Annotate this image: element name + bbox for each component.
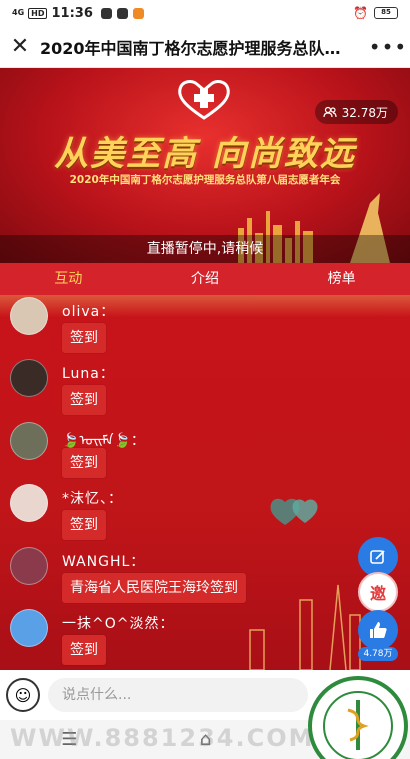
hd-badge: HD bbox=[28, 7, 48, 19]
signal-indicator: 4G bbox=[12, 8, 25, 17]
chat-username: *沫忆、： bbox=[62, 491, 123, 507]
status-bar: 4G HD 11:36 ⏰ 85 bbox=[0, 0, 410, 26]
event-slogan: 从美至高 向尚致远 bbox=[54, 134, 356, 174]
viewer-count-value: 32.78万 bbox=[341, 105, 388, 120]
tab-ranking[interactable]: 榜单 bbox=[273, 263, 410, 295]
notification-icon bbox=[100, 7, 112, 19]
comment-share-button[interactable] bbox=[358, 537, 398, 577]
avatar[interactable] bbox=[10, 422, 48, 460]
people-icon bbox=[323, 106, 337, 118]
chat-username: WANGHL： bbox=[62, 554, 146, 570]
like-count: 4.78万 bbox=[358, 647, 398, 661]
hospital-seal-logo bbox=[308, 676, 408, 759]
like-button[interactable] bbox=[358, 610, 398, 650]
watermark: WWW.8881234.COM bbox=[10, 724, 315, 752]
chat-message-text: 签到 bbox=[62, 323, 106, 353]
heart-cross-logo-icon bbox=[178, 80, 230, 120]
avatar[interactable] bbox=[10, 484, 48, 522]
tab-bar: 互动 介绍 榜单 bbox=[0, 263, 410, 295]
tab-introduction[interactable]: 介绍 bbox=[137, 263, 274, 295]
avatar[interactable] bbox=[10, 547, 48, 585]
app-notification-icon bbox=[132, 7, 144, 19]
edit-icon bbox=[370, 550, 385, 564]
floating-hearts-icon bbox=[270, 498, 318, 525]
tab-interaction[interactable]: 互动 bbox=[0, 263, 137, 295]
alarm-icon: ⏰ bbox=[353, 6, 368, 20]
chat-username: 一抹^O^淡然： bbox=[62, 616, 175, 632]
battery-icon: 85 bbox=[374, 7, 398, 19]
chat-username: Luna： bbox=[62, 366, 115, 382]
avatar[interactable] bbox=[10, 297, 48, 335]
emoji-icon[interactable]: ☺ bbox=[6, 678, 40, 712]
chat-message-text: 青海省人民医院王海玲签到 bbox=[62, 573, 246, 603]
chat-message-text: 签到 bbox=[62, 385, 106, 415]
live-video-banner[interactable]: 32.78万 从美至高 向尚致远 2020年中国南丁格尔志愿护理服务总队第八届志… bbox=[0, 68, 410, 263]
avatar[interactable] bbox=[10, 359, 48, 397]
page-title: 2020年中国南丁格尔志愿护理服务总队… bbox=[40, 38, 341, 58]
title-bar: ✕ 2020年中国南丁格尔志愿护理服务总队… ••• bbox=[0, 26, 410, 68]
status-time: 11:36 bbox=[51, 5, 93, 21]
viewer-count: 32.78万 bbox=[314, 100, 398, 124]
chat-message-text: 签到 bbox=[62, 635, 106, 665]
chat-username: oliva： bbox=[62, 304, 116, 320]
live-paused-notice: 直播暂停中,请稍候 bbox=[0, 235, 410, 263]
chat-message-text: 签到 bbox=[62, 510, 106, 540]
chat-message-text: 签到 bbox=[62, 448, 106, 478]
invite-button[interactable]: 邀 bbox=[358, 572, 398, 612]
close-icon[interactable]: ✕ bbox=[0, 34, 40, 59]
app-icon bbox=[116, 7, 128, 19]
comment-input[interactable]: 说点什么... bbox=[48, 678, 308, 712]
more-icon[interactable]: ••• bbox=[366, 35, 410, 59]
avatar[interactable] bbox=[10, 609, 48, 647]
thumbs-up-icon bbox=[370, 622, 387, 638]
chat-username: 🍃ᠣᠢᠮᠠ🍃： bbox=[62, 433, 145, 449]
